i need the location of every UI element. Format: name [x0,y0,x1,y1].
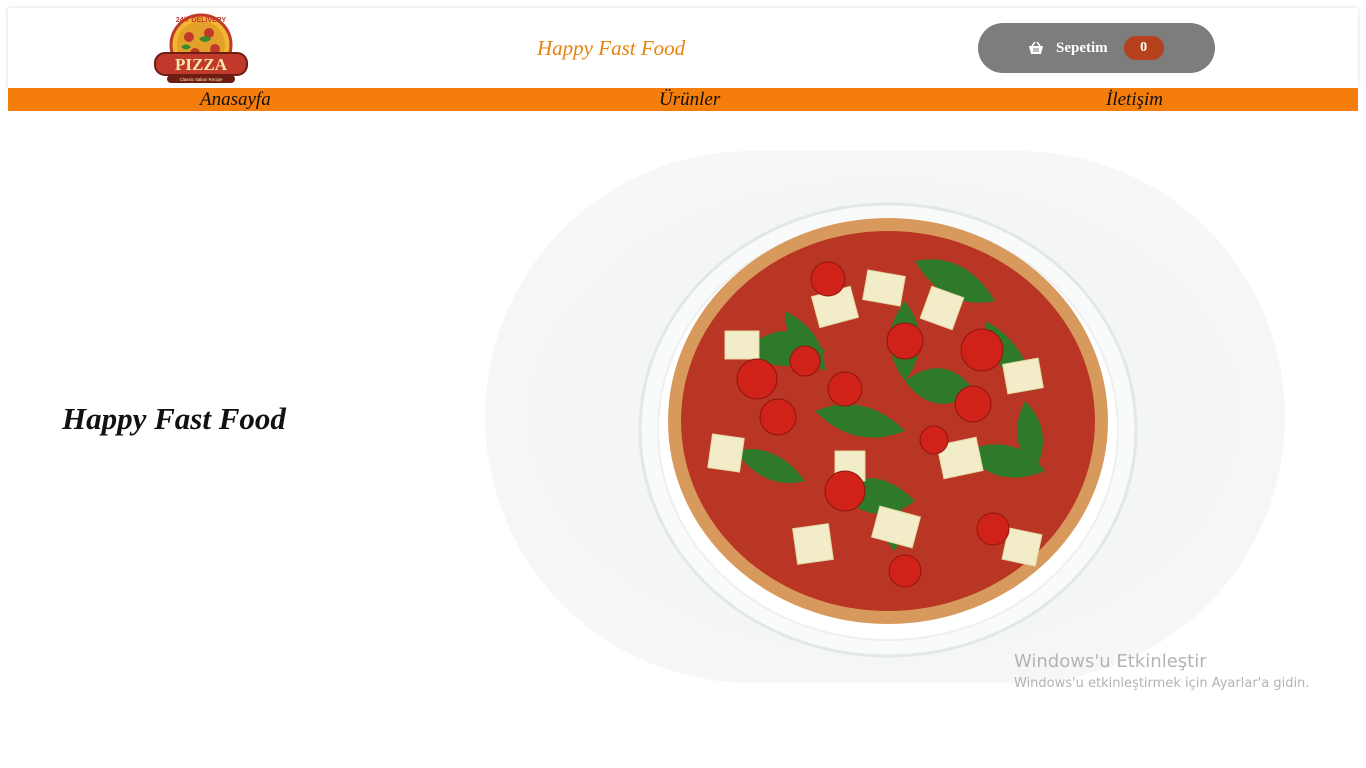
nav-item-contact[interactable]: İletişim [1106,89,1163,110]
site-header: 24/7 DELIVERY PIZZA Classic Italian Reci… [8,8,1358,88]
cart-label: Sepetim [1056,39,1108,56]
basket-icon [1028,40,1046,56]
pizza-logo[interactable]: 24/7 DELIVERY PIZZA Classic Italian Reci… [151,13,251,85]
svg-text:Classic Italian Recipe: Classic Italian Recipe [179,77,223,82]
hero-title: Happy Fast Food [62,401,286,436]
activation-title: Windows'u Etkinleştir [1014,651,1207,672]
windows-activation-watermark: Windows'u Etkinleştir Windows'u etkinleş… [1014,650,1309,694]
main-nav: Anasayfa Ürünler İletişim [8,88,1358,111]
activation-subtitle: Windows'u etkinleştirmek için Ayarlar'a … [1014,676,1310,691]
nav-item-products[interactable]: Ürünler [659,89,720,110]
cart-button[interactable]: Sepetim 0 [978,23,1215,73]
svg-text:24/7 DELIVERY: 24/7 DELIVERY [176,17,227,24]
cart-count-badge: 0 [1123,36,1164,60]
svg-text:PIZZA: PIZZA [175,55,228,74]
nav-item-home[interactable]: Anasayfa [200,89,271,110]
pizza-hero-image [485,151,1285,683]
brand-title[interactable]: Happy Fast Food [537,36,685,61]
